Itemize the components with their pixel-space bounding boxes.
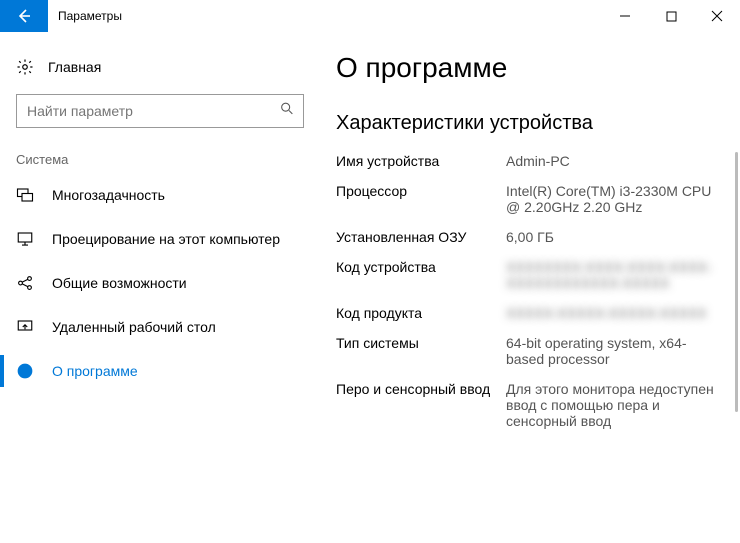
spec-row-pen-touch: Перо и сенсорный ввод Для этого монитора… xyxy=(336,381,716,429)
spec-value: Admin-PC xyxy=(506,153,716,169)
minimize-button[interactable] xyxy=(602,0,648,32)
titlebar-spacer xyxy=(132,0,602,32)
arrow-left-icon xyxy=(16,8,32,24)
spec-value: 6,00 ГБ xyxy=(506,229,716,245)
gear-icon xyxy=(16,58,40,76)
spec-row-system-type: Тип системы 64-bit operating system, x64… xyxy=(336,335,716,367)
spec-value: Intel(R) Core(TM) i3-2330M CPU @ 2.20GHz… xyxy=(506,183,716,215)
spec-row-device-name: Имя устройства Admin-PC xyxy=(336,153,716,169)
projecting-icon xyxy=(16,230,40,248)
close-button[interactable] xyxy=(694,0,740,32)
maximize-button[interactable] xyxy=(648,0,694,32)
spec-label: Процессор xyxy=(336,183,506,215)
sidebar-item-label: Многозадачность xyxy=(52,187,165,203)
sidebar-item-shared[interactable]: Общие возможности xyxy=(0,261,320,305)
minimize-icon xyxy=(619,10,631,22)
section-title: Характеристики устройства xyxy=(336,112,716,135)
multitasking-icon xyxy=(16,186,40,204)
sidebar-item-about[interactable]: О программе xyxy=(0,349,320,393)
spec-label: Тип системы xyxy=(336,335,506,367)
search-input[interactable] xyxy=(17,95,303,127)
spec-label: Код устройства xyxy=(336,259,506,291)
page-title: О программе xyxy=(336,52,716,84)
main-area: Главная Система Многозадачность xyxy=(0,32,740,543)
spec-value-redacted: XXXXX-XXXXX-XXXXX-XXXXX xyxy=(506,305,716,321)
scrollbar[interactable] xyxy=(735,152,738,412)
titlebar: Параметры xyxy=(0,0,740,32)
spec-row-device-id: Код устройства XXXXXXXX-XXXX-XXXX-XXXX-X… xyxy=(336,259,716,291)
spec-row-ram: Установленная ОЗУ 6,00 ГБ xyxy=(336,229,716,245)
search-container xyxy=(0,86,320,128)
home-label: Главная xyxy=(48,59,101,75)
spec-label: Установленная ОЗУ xyxy=(336,229,506,245)
spec-value: Для этого монитора недоступен ввод с пом… xyxy=(506,381,716,429)
sidebar-section-label: Система xyxy=(0,128,320,173)
spec-value: 64-bit operating system, x64-based proce… xyxy=(506,335,716,367)
spec-label: Имя устройства xyxy=(336,153,506,169)
search-icon xyxy=(279,101,295,122)
sidebar-item-label: О программе xyxy=(52,363,138,379)
sidebar-item-label: Проецирование на этот компьютер xyxy=(52,231,280,247)
spec-value-redacted: XXXXXXXX-XXXX-XXXX-XXXX-XXXXXXXXXXXX-XXX… xyxy=(506,259,716,291)
maximize-icon xyxy=(666,11,677,22)
home-link[interactable]: Главная xyxy=(0,48,320,86)
spec-label: Перо и сенсорный ввод xyxy=(336,381,506,429)
back-button[interactable] xyxy=(0,0,48,32)
sidebar-item-multitasking[interactable]: Многозадачность xyxy=(0,173,320,217)
sidebar-item-projecting[interactable]: Проецирование на этот компьютер xyxy=(0,217,320,261)
spec-row-processor: Процессор Intel(R) Core(TM) i3-2330M CPU… xyxy=(336,183,716,215)
window-title: Параметры xyxy=(48,0,132,32)
window-controls xyxy=(602,0,740,32)
spec-row-product-id: Код продукта XXXXX-XXXXX-XXXXX-XXXXX xyxy=(336,305,716,321)
sidebar-nav: Многозадачность Проецирование на этот ко… xyxy=(0,173,320,393)
sidebar-item-label: Общие возможности xyxy=(52,275,187,291)
shared-icon xyxy=(16,274,40,292)
info-icon xyxy=(16,362,40,380)
sidebar-item-label: Удаленный рабочий стол xyxy=(52,319,216,335)
spec-label: Код продукта xyxy=(336,305,506,321)
content-panel: О программе Характеристики устройства Им… xyxy=(320,32,740,543)
close-icon xyxy=(711,10,723,22)
sidebar-item-remote-desktop[interactable]: Удаленный рабочий стол xyxy=(0,305,320,349)
sidebar: Главная Система Многозадачность xyxy=(0,32,320,543)
remote-desktop-icon xyxy=(16,318,40,336)
search-box[interactable] xyxy=(16,94,304,128)
